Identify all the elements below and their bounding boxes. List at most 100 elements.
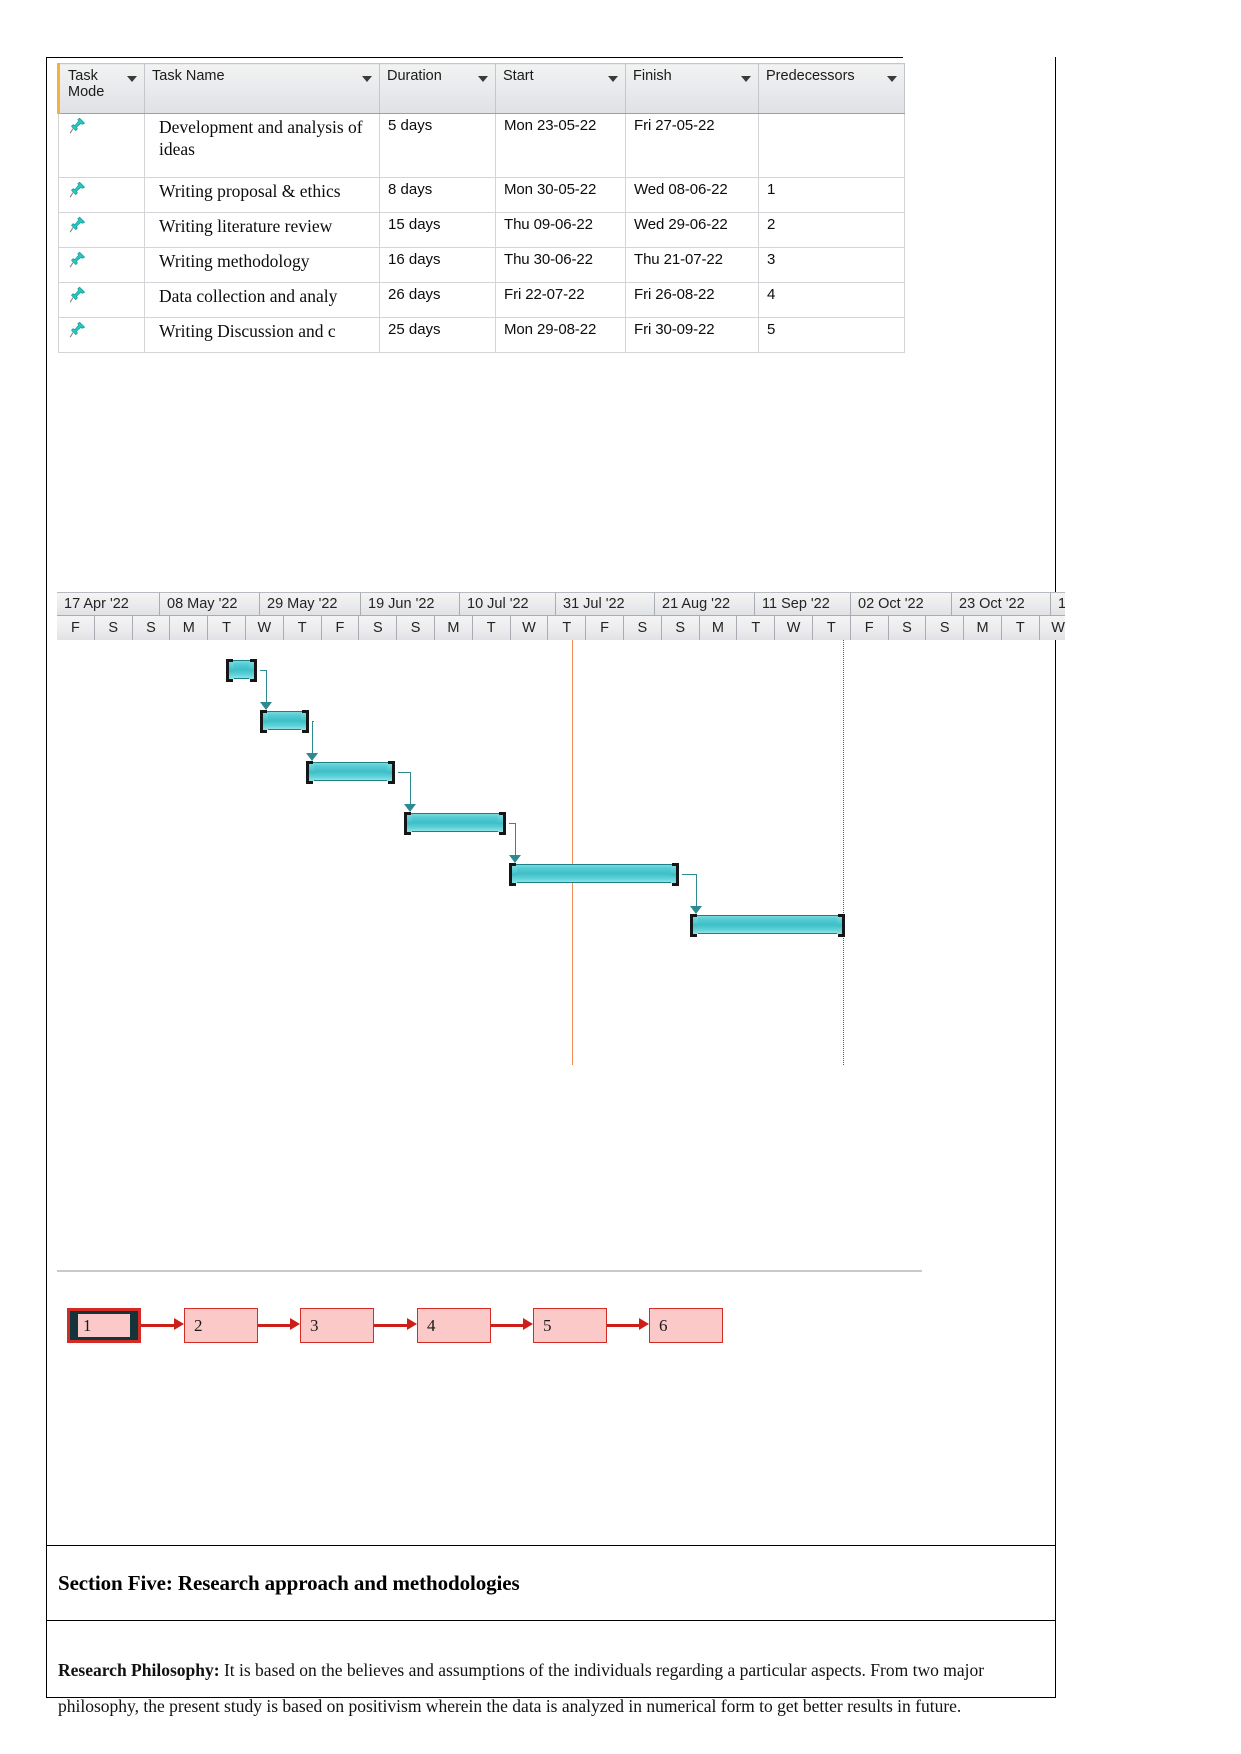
network-arrow-icon (639, 1318, 649, 1330)
dependency-link-horizontal (682, 874, 696, 875)
finish-label: Finish (633, 68, 752, 84)
task-mode-cell[interactable] (59, 248, 145, 283)
timeline-week-cell: 31 Jul '22 (556, 592, 655, 616)
task-table: Task Mode Task Name Duration Start Finish… (57, 63, 905, 353)
column-header-task-name[interactable]: Task Name (145, 64, 380, 114)
duration-cell[interactable]: 25 days (380, 318, 496, 353)
start-date-cell[interactable]: Mon 23-05-22 (496, 114, 626, 178)
table-row[interactable]: Writing methodology 16 days Thu 30-06-22 Th… (59, 248, 905, 283)
timeline-day-cell: S (624, 616, 662, 640)
table-row[interactable]: Writing proposal & ethics 8 days Mon 30-05… (59, 178, 905, 213)
section-divider-bottom (46, 1620, 1056, 1621)
gantt-bar-left-handle[interactable] (509, 863, 516, 886)
duration-cell[interactable]: 15 days (380, 213, 496, 248)
timeline-week-cell: 23 Oct '22 (952, 592, 1051, 616)
predecessors-cell[interactable]: 2 (759, 213, 905, 248)
timeline-week-cell: 10 Jul '22 (460, 592, 556, 616)
pushpin-icon (67, 215, 87, 235)
column-header-finish[interactable]: Finish (626, 64, 759, 114)
network-node[interactable]: 5 (533, 1308, 607, 1343)
gantt-bar[interactable] (690, 915, 845, 934)
duration-cell[interactable]: 16 days (380, 248, 496, 283)
gantt-bar-right-handle[interactable] (672, 863, 679, 886)
start-date-cell[interactable]: Fri 22-07-22 (496, 283, 626, 318)
gantt-bar-left-handle[interactable] (690, 914, 697, 937)
start-date-cell[interactable]: Thu 30-06-22 (496, 248, 626, 283)
column-header-start[interactable]: Start (496, 64, 626, 114)
duration-cell[interactable]: 26 days (380, 283, 496, 318)
task-mode-cell[interactable] (59, 213, 145, 248)
chevron-down-icon[interactable] (608, 76, 618, 82)
network-node[interactable]: 6 (649, 1308, 723, 1343)
finish-date-cell[interactable]: Fri 30-09-22 (626, 318, 759, 353)
task-name-cell[interactable]: Writing methodology (145, 248, 380, 283)
table-row[interactable]: Data collection and analy 26 days Fri 22-0… (59, 283, 905, 318)
predecessors-cell[interactable] (759, 114, 905, 178)
finish-date-cell[interactable]: Fri 26-08-22 (626, 283, 759, 318)
task-mode-cell[interactable] (59, 283, 145, 318)
network-node[interactable]: 4 (417, 1308, 491, 1343)
timeline-day-cell: T (548, 616, 586, 640)
gantt-bar-left-handle[interactable] (404, 812, 411, 835)
table-row[interactable]: Writing literature review 15 days Thu 09-0… (59, 213, 905, 248)
gantt-bar-right-handle[interactable] (388, 761, 395, 784)
gantt-bar[interactable] (509, 864, 679, 883)
finish-date-cell[interactable]: Wed 08-06-22 (626, 178, 759, 213)
task-name-cell[interactable]: Data collection and analy (145, 283, 380, 318)
timeline-day-cell: S (359, 616, 397, 640)
gantt-bar[interactable] (306, 762, 395, 781)
gantt-bar-left-handle[interactable] (226, 659, 233, 682)
network-link (258, 1324, 291, 1327)
gantt-chart-area[interactable] (57, 640, 1065, 1265)
task-name-cell[interactable]: Development and analysis of ideas (145, 114, 380, 178)
timeline-day-cell: F (57, 616, 95, 640)
chevron-down-icon[interactable] (362, 76, 372, 82)
task-name-cell[interactable]: Writing proposal & ethics (145, 178, 380, 213)
duration-cell[interactable]: 8 days (380, 178, 496, 213)
predecessors-label: Predecessors (766, 68, 898, 84)
task-name-cell[interactable]: Writing literature review (145, 213, 380, 248)
network-node[interactable]: 3 (300, 1308, 374, 1343)
table-row[interactable]: Development and analysis of ideas 5 days M… (59, 114, 905, 178)
network-link (607, 1324, 640, 1327)
predecessors-cell[interactable]: 1 (759, 178, 905, 213)
gantt-bar-right-handle[interactable] (302, 710, 309, 733)
gantt-bar[interactable] (226, 660, 257, 679)
gantt-bar-right-handle[interactable] (499, 812, 506, 835)
duration-cell[interactable]: 5 days (380, 114, 496, 178)
finish-date-cell[interactable]: Wed 29-06-22 (626, 213, 759, 248)
start-date-cell[interactable]: Mon 29-08-22 (496, 318, 626, 353)
chevron-down-icon[interactable] (127, 76, 137, 82)
start-date-cell[interactable]: Mon 30-05-22 (496, 178, 626, 213)
task-mode-cell[interactable] (59, 114, 145, 178)
chevron-down-icon[interactable] (887, 76, 897, 82)
gantt-bar-left-handle[interactable] (306, 761, 313, 784)
predecessors-cell[interactable]: 4 (759, 283, 905, 318)
table-row[interactable]: Writing Discussion and c 25 days Mon 29-0… (59, 318, 905, 353)
task-mode-cell[interactable] (59, 178, 145, 213)
network-link (141, 1324, 175, 1327)
gantt-bar[interactable] (260, 711, 309, 730)
task-name-cell[interactable]: Writing Discussion and c (145, 318, 380, 353)
column-header-predecessors[interactable]: Predecessors (759, 64, 905, 114)
task-mode-cell[interactable] (59, 318, 145, 353)
timeline-week-cell: 08 May '22 (160, 592, 260, 616)
gantt-bar-right-handle[interactable] (838, 914, 845, 937)
network-node[interactable]: 1 (67, 1308, 141, 1343)
start-date-cell[interactable]: Thu 09-06-22 (496, 213, 626, 248)
gantt-bar-right-handle[interactable] (250, 659, 257, 682)
network-node[interactable]: 2 (184, 1308, 258, 1343)
gantt-bar[interactable] (404, 813, 506, 832)
chevron-down-icon[interactable] (478, 76, 488, 82)
column-header-duration[interactable]: Duration (380, 64, 496, 114)
finish-date-cell[interactable]: Thu 21-07-22 (626, 248, 759, 283)
predecessors-cell[interactable]: 3 (759, 248, 905, 283)
network-link (374, 1324, 408, 1327)
finish-date-cell[interactable]: Fri 27-05-22 (626, 114, 759, 178)
network-link (491, 1324, 524, 1327)
dependency-arrow-icon (690, 906, 702, 914)
predecessors-cell[interactable]: 5 (759, 318, 905, 353)
chevron-down-icon[interactable] (741, 76, 751, 82)
gantt-bar-left-handle[interactable] (260, 710, 267, 733)
column-header-task-mode[interactable]: Task Mode (59, 64, 145, 114)
